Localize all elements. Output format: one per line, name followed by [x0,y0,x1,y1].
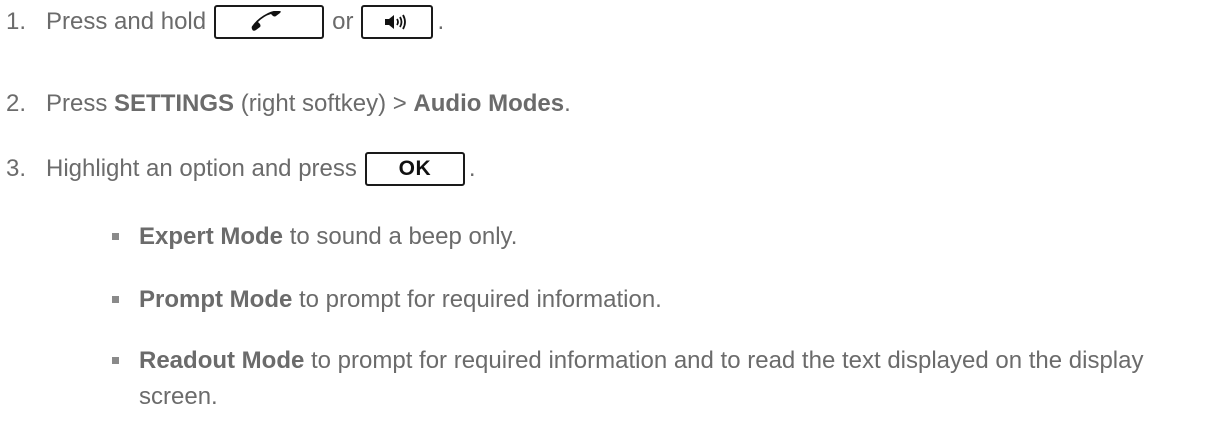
option-name: Readout Mode [139,347,305,374]
speaker-key [361,5,434,39]
option-name: Prompt Mode [139,286,293,313]
bullet-icon [112,357,119,364]
option-expert-mode: Expert Mode to sound a beep only. [112,219,1209,255]
option-name: Expert Mode [139,223,284,250]
ok-key-label: OK [398,157,432,180]
step-2: 2. Press SETTINGS (right softkey) > Audi… [6,90,571,118]
settings-label: SETTINGS [114,90,235,117]
option-prompt-mode: Prompt Mode to prompt for required infor… [112,282,1209,318]
step-text: Highlight an option and press [46,155,357,182]
step-1: 1. Press and hold or . [6,5,444,39]
step-number: 3. [6,155,27,182]
connector-text: or [332,8,354,35]
audio-modes-label: Audio Modes [413,90,565,117]
step-3: 3. Highlight an option and press OK . [6,152,476,186]
end-punct: . [437,8,445,35]
ok-key: OK [364,152,465,186]
option-readout-mode: Readout Mode to prompt for required info… [112,343,1209,415]
speaker-icon [385,14,407,30]
step-text: Press and hold [46,8,207,35]
end-punct: . [564,90,571,117]
bullet-icon [112,296,119,303]
phone-handset-icon [251,11,281,31]
bullet-icon [112,233,119,240]
step-text-middle: (right softkey) > [234,90,414,117]
end-punct: . [468,155,476,182]
step-number: 1. [6,8,27,35]
option-desc: to prompt for required information. [292,286,662,313]
step-number: 2. [6,90,27,117]
option-desc: to sound a beep only. [283,223,518,250]
talk-key [214,5,325,39]
step-text: Press [46,90,115,117]
